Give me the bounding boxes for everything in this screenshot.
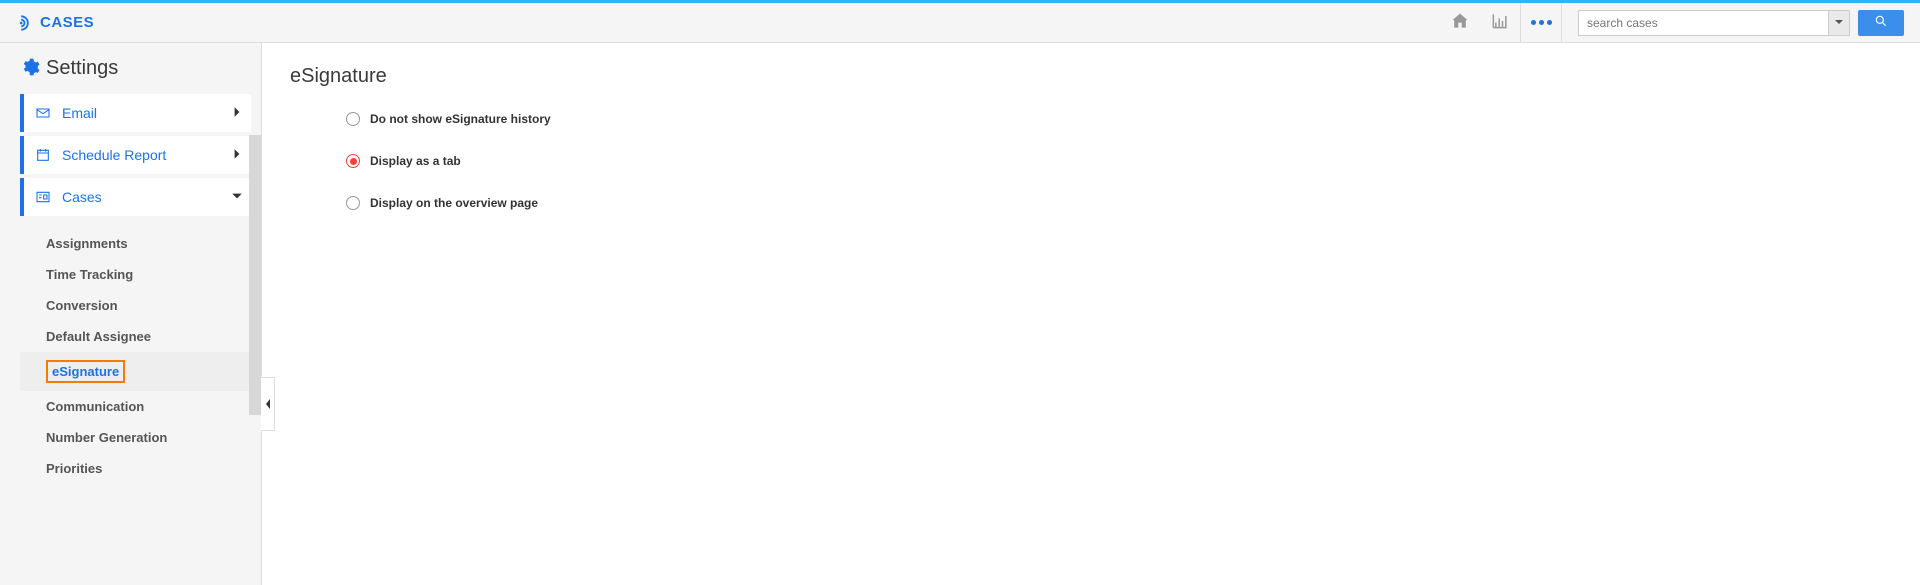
calendar-icon [34, 147, 52, 163]
chevron-down-icon [1834, 15, 1844, 30]
radio-icon [346, 196, 360, 210]
cases-submenu: Assignments Time Tracking Conversion Def… [20, 220, 251, 488]
sidebar-item-schedule-report[interactable]: Schedule Report [20, 136, 251, 174]
sidebar-subitem-label: Communication [46, 399, 144, 414]
sidebar-header: Settings [20, 57, 251, 80]
topbar: CASES [0, 3, 1920, 43]
sidebar-item-email[interactable]: Email [20, 94, 251, 132]
radio-icon [346, 154, 360, 168]
radio-icon [346, 112, 360, 126]
chevron-right-icon [231, 106, 243, 121]
sidebar-subitem-label: Time Tracking [46, 267, 133, 282]
radio-label: Do not show eSignature history [370, 112, 551, 126]
subitem-esignature[interactable]: eSignature [20, 352, 251, 391]
subitem-assignments[interactable]: Assignments [20, 228, 251, 259]
sidebar-scrollbar[interactable] [249, 135, 261, 415]
more-button[interactable] [1521, 3, 1561, 43]
sidebar-subitem-label: Priorities [46, 461, 102, 476]
chevron-left-icon [263, 397, 273, 411]
subitem-number-generation[interactable]: Number Generation [20, 422, 251, 453]
chevron-down-icon [231, 190, 243, 205]
esignature-display-options: Do not show eSignature history Display a… [346, 112, 1892, 210]
search-submit-button[interactable] [1858, 10, 1904, 36]
bar-chart-icon [1490, 11, 1510, 34]
page-title: eSignature [290, 65, 1892, 88]
sidebar-subitem-label: Default Assignee [46, 329, 151, 344]
sidebar-subitem-label: Number Generation [46, 430, 167, 445]
home-button[interactable] [1440, 3, 1480, 43]
chevron-right-icon [231, 148, 243, 163]
chart-button[interactable] [1480, 3, 1520, 43]
subitem-conversion[interactable]: Conversion [20, 290, 251, 321]
sidebar-subitem-label: eSignature [46, 360, 125, 383]
brand-logo[interactable]: CASES [12, 13, 94, 33]
sidebar-item-label: Schedule Report [62, 147, 231, 163]
list-box-icon [34, 189, 52, 205]
radio-label: Display on the overview page [370, 196, 538, 210]
radio-label: Display as a tab [370, 154, 461, 168]
main-content: eSignature Do not show eSignature histor… [262, 43, 1920, 585]
sidebar-item-label: Cases [62, 189, 231, 205]
radio-option-do-not-show[interactable]: Do not show eSignature history [346, 112, 1892, 126]
brand-name: CASES [40, 14, 94, 31]
sidebar-subitem-label: Assignments [46, 236, 128, 251]
envelope-icon [34, 105, 52, 121]
subitem-default-assignee[interactable]: Default Assignee [20, 321, 251, 352]
search-cases [1578, 10, 1904, 36]
brand-icon [12, 13, 32, 33]
gear-icon [20, 57, 40, 80]
sidebar-item-label: Email [62, 105, 231, 121]
divider [1561, 3, 1562, 43]
more-dots-icon [1531, 20, 1552, 25]
subitem-priorities[interactable]: Priorities [20, 453, 251, 484]
radio-option-display-overview[interactable]: Display on the overview page [346, 196, 1892, 210]
search-icon [1874, 14, 1888, 31]
sidebar-title: Settings [46, 57, 118, 80]
sidebar-subitem-label: Conversion [46, 298, 118, 313]
subitem-communication[interactable]: Communication [20, 391, 251, 422]
search-input[interactable] [1578, 10, 1828, 36]
sidebar-collapse-button[interactable] [261, 377, 275, 431]
radio-option-display-as-tab[interactable]: Display as a tab [346, 154, 1892, 168]
sidebar-item-cases[interactable]: Cases [20, 178, 251, 216]
home-icon [1450, 11, 1470, 34]
search-dropdown-button[interactable] [1828, 10, 1850, 36]
settings-sidebar: Settings Email Schedule Report [0, 43, 262, 585]
subitem-time-tracking[interactable]: Time Tracking [20, 259, 251, 290]
